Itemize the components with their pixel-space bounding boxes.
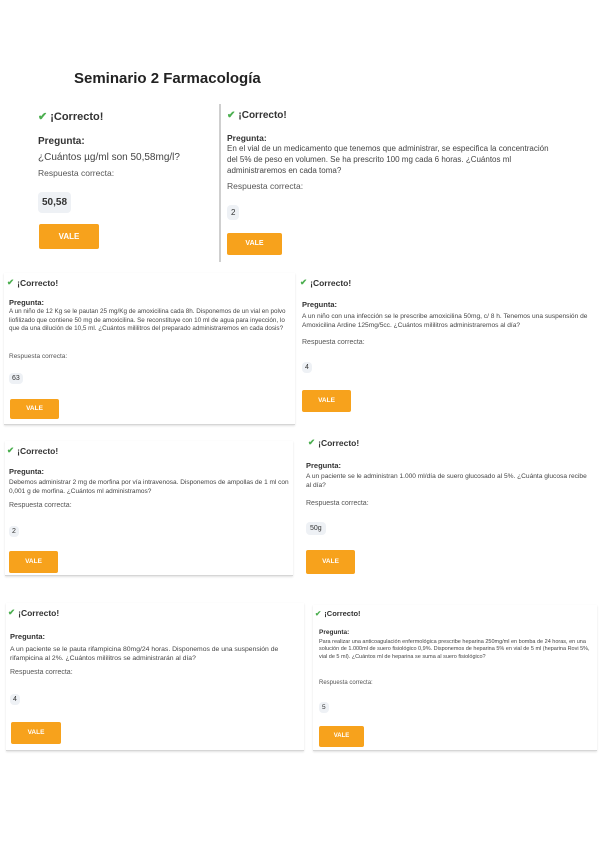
- correct-label: ¡Correcto!: [18, 607, 60, 618]
- answer-value: 4: [10, 694, 20, 705]
- question-text: ¿Cuántos µg/ml son 50,58mg/l?: [38, 152, 180, 163]
- correct-label: ¡Correcto!: [17, 445, 59, 456]
- correct-label: ¡Correcto!: [50, 110, 104, 123]
- answer-label: Respuesta correcta:: [306, 500, 369, 507]
- question-label: Pregunta:: [319, 629, 350, 636]
- answer-label: Respuesta correcta:: [38, 168, 115, 178]
- ok-button[interactable]: VALE: [11, 722, 61, 744]
- correct-header: ✔ ¡Correcto!: [300, 277, 351, 288]
- question-label: Pregunta:: [9, 467, 45, 476]
- check-icon: ✔: [300, 277, 308, 287]
- result-card: ✔ ¡Correcto! Pregunta: A un paciente se …: [301, 433, 597, 578]
- answer-label: Respuesta correcta:: [319, 680, 373, 686]
- ok-button[interactable]: VALE: [39, 224, 99, 249]
- check-icon: ✔: [7, 277, 15, 287]
- result-card: ✔ ¡Correcto! Pregunta: En el vial de un …: [219, 104, 564, 262]
- correct-header: ✔ ¡Correcto!: [227, 110, 287, 121]
- correct-label: ¡Correcto!: [310, 277, 352, 288]
- result-card: ✔ ¡Correcto! Pregunta: A un paciente se …: [6, 603, 304, 751]
- correct-header: ✔ ¡Correcto!: [308, 437, 359, 448]
- answer-value: 4: [302, 362, 312, 373]
- answer-label: Respuesta correcta:: [10, 669, 73, 676]
- answer-label: Respuesta correcta:: [302, 339, 365, 346]
- check-icon: ✔: [227, 110, 236, 121]
- ok-button[interactable]: VALE: [9, 551, 58, 573]
- answer-label: Respuesta correcta:: [9, 502, 72, 509]
- result-card: ✔ ¡Correcto! Pregunta: ¿Cuántos µg/ml so…: [36, 104, 216, 262]
- correct-label: ¡Correcto!: [318, 437, 360, 448]
- question-label: Pregunta:: [302, 300, 338, 309]
- page-title: Seminario 2 Farmacología: [74, 70, 261, 87]
- result-card: ✔ ¡Correcto! Pregunta: Para realizar una…: [313, 605, 597, 751]
- ok-button[interactable]: VALE: [302, 390, 351, 412]
- question-label: Pregunta:: [10, 632, 46, 641]
- correct-header: ✔ ¡Correcto!: [315, 609, 361, 618]
- answer-value: 2: [9, 526, 19, 537]
- ok-button[interactable]: VALE: [306, 550, 355, 574]
- question-text: En el vial de un medicamento que tenemos…: [227, 144, 549, 175]
- correct-label: ¡Correcto!: [17, 277, 59, 288]
- question-text: Para realizar una anticoagulación enferm…: [319, 639, 590, 660]
- question-text: A un niño con una infección se le prescr…: [302, 313, 588, 329]
- question-label: Pregunta:: [227, 133, 267, 143]
- ok-button[interactable]: VALE: [227, 233, 282, 255]
- result-card: ✔ ¡Correcto! Pregunta: A un niño con una…: [298, 273, 598, 425]
- check-icon: ✔: [8, 607, 16, 617]
- answer-value: 2: [227, 205, 240, 220]
- correct-header: ✔ ¡Correcto!: [7, 277, 58, 288]
- answer-value: 50,58: [38, 192, 72, 213]
- correct-header: ✔ ¡Correcto!: [38, 110, 104, 124]
- question-text: A un paciente se le pauta rifampicina 80…: [10, 646, 279, 663]
- correct-header: ✔ ¡Correcto!: [8, 607, 59, 618]
- question-text: A un paciente se le administran 1.000 ml…: [306, 473, 587, 489]
- question-label: Pregunta:: [38, 136, 85, 147]
- correct-label: ¡Correcto!: [324, 609, 361, 618]
- answer-value: 50g: [306, 522, 326, 535]
- answer-value: 5: [319, 702, 329, 713]
- question-label: Pregunta:: [306, 461, 342, 470]
- check-icon: ✔: [308, 437, 316, 447]
- result-card: ✔ ¡Correcto! Pregunta: Debemos administr…: [5, 441, 293, 576]
- answer-value: 63: [9, 373, 23, 384]
- answer-label: Respuesta correcta:: [9, 353, 68, 360]
- ok-button[interactable]: VALE: [319, 726, 364, 747]
- question-text: Debemos administrar 2 mg de morfina por …: [9, 479, 289, 495]
- ok-button[interactable]: VALE: [10, 399, 59, 419]
- question-text: A un niño de 12 Kg se le pautan 25 mg/Kg…: [9, 308, 286, 332]
- correct-header: ✔ ¡Correcto!: [7, 445, 58, 456]
- check-icon: ✔: [7, 445, 15, 455]
- correct-label: ¡Correcto!: [238, 110, 287, 121]
- question-label: Pregunta:: [9, 298, 45, 307]
- check-icon: ✔: [315, 609, 322, 618]
- answer-label: Respuesta correcta:: [227, 181, 304, 191]
- result-card: ✔ ¡Correcto! Pregunta: A un niño de 12 K…: [4, 273, 295, 425]
- check-icon: ✔: [38, 111, 48, 123]
